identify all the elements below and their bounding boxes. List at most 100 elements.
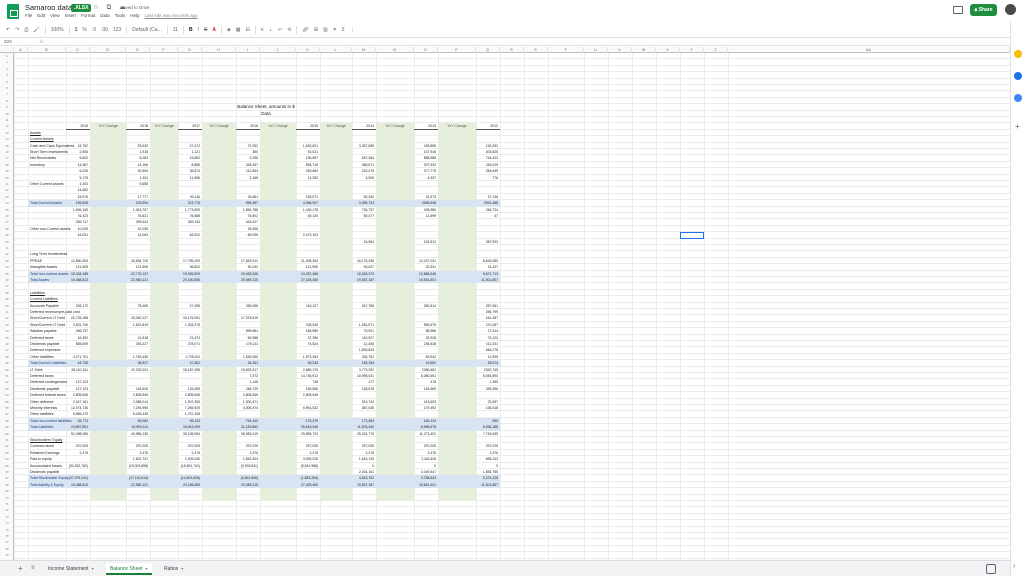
value-cell[interactable]: 2,805,545 <box>126 393 148 397</box>
value-cell[interactable]: 93,027 <box>352 265 374 269</box>
value-cell[interactable]: 145,569 <box>414 387 436 391</box>
value-cell[interactable]: 213,776 <box>178 201 200 205</box>
value-cell[interactable]: 12,074,736 <box>66 406 88 410</box>
value-cell[interactable]: 5,951,032 <box>296 406 318 410</box>
value-cell[interactable]: 22,980,121 <box>126 278 148 282</box>
redo-icon[interactable]: ↷ <box>15 27 19 33</box>
value-cell[interactable]: 328,257 <box>236 163 258 167</box>
value-cell[interactable]: 1,822,819 <box>126 323 148 327</box>
value-cell[interactable]: 12,886,546 <box>414 272 436 276</box>
value-cell[interactable]: 253,172 <box>66 304 88 308</box>
value-cell[interactable]: 1,430,178 <box>296 208 318 212</box>
value-cell[interactable]: 137,916 <box>414 150 436 154</box>
value-cell[interactable]: 5,175 <box>66 176 89 180</box>
explore-icon[interactable] <box>986 564 996 574</box>
value-cell[interactable]: 47 <box>476 214 498 218</box>
comment-history-icon[interactable] <box>953 6 963 14</box>
value-cell[interactable]: 14,063 <box>126 233 148 237</box>
value-cell[interactable]: 0 <box>476 464 498 468</box>
value-cell[interactable]: 12,408 <box>352 342 374 346</box>
value-cell[interactable]: 655,609 <box>66 342 88 346</box>
value-cell[interactable]: 19,936,829 <box>178 272 200 276</box>
add-sheet-icon[interactable]: + <box>18 564 23 573</box>
value-cell[interactable]: 45,774 <box>66 419 88 423</box>
undo-icon[interactable]: ↶ <box>6 27 10 33</box>
value-cell[interactable]: 50,116 <box>178 195 200 199</box>
value-cell[interactable]: 116,127 <box>296 304 318 308</box>
value-cell[interactable]: 44,735 <box>66 361 88 365</box>
value-cell[interactable]: 387,045 <box>352 406 374 410</box>
value-cell[interactable]: 489,671 <box>352 163 374 167</box>
value-cell[interactable]: 10,595,031 <box>352 374 374 378</box>
menu-view[interactable]: View <box>50 13 60 18</box>
value-cell[interactable]: 2,476 <box>296 451 319 455</box>
value-cell[interactable]: 266,737 <box>66 329 88 333</box>
row-label[interactable]: Total Stockholder Equity <box>30 476 69 480</box>
rotate-icon[interactable]: ⟲ <box>287 27 291 33</box>
row-label[interactable]: Common stock <box>30 444 54 448</box>
value-cell[interactable]: 1,116,425 <box>414 457 436 461</box>
value-cell[interactable]: 76,423 <box>66 214 88 218</box>
value-cell[interactable]: 347,765 <box>352 304 374 308</box>
value-cell[interactable]: 270,287 <box>476 323 498 327</box>
value-cell[interactable]: 246,729 <box>236 387 258 391</box>
value-cell[interactable]: 176,379 <box>296 419 318 423</box>
tab-balance-sheet[interactable]: Balance Sheet ▾ <box>106 563 152 575</box>
value-cell[interactable]: 1,622,721 <box>126 457 148 461</box>
value-cell[interactable]: 3,905 <box>352 176 375 180</box>
value-cell[interactable]: 550,679 <box>414 323 436 327</box>
value-cell[interactable]: 387,903 <box>476 240 498 244</box>
value-cell[interactable]: 2065,548 <box>414 201 436 205</box>
value-cell[interactable]: 21,473 <box>178 336 200 340</box>
value-cell[interactable]: 3,104 <box>66 182 89 186</box>
value-cell[interactable]: 35,874 <box>178 169 200 173</box>
currency-format-button[interactable]: $ <box>75 27 78 33</box>
all-sheets-icon[interactable]: ≡ <box>31 565 35 571</box>
value-cell[interactable]: 22,332,024 <box>126 368 148 372</box>
value-cell[interactable]: 127,123 <box>66 387 88 391</box>
value-cell[interactable]: 425,858 <box>414 144 436 148</box>
value-cell[interactable]: 10,035 <box>126 227 148 231</box>
value-cell[interactable]: 2991,488 <box>476 201 498 205</box>
value-cell[interactable]: 594,716 <box>296 163 318 167</box>
value-cell[interactable]: 297,025 <box>476 444 498 448</box>
value-cell[interactable]: 5,936,188 <box>476 425 498 429</box>
value-cell[interactable]: (14,602,605) <box>178 476 200 480</box>
value-cell[interactable]: 1,526,050 <box>236 355 258 359</box>
value-cell[interactable]: 403,825 <box>476 150 498 154</box>
value-cell[interactable]: 153,071 <box>296 195 318 199</box>
value-cell[interactable]: 1,973,353 <box>296 355 318 359</box>
value-cell[interactable]: 47,455 <box>178 304 200 308</box>
value-cell[interactable]: 53,942 <box>414 355 436 359</box>
row-label[interactable]: Total Liabilities <box>30 425 53 429</box>
value-cell[interactable]: 36,982,019 <box>236 432 258 436</box>
row-label[interactable]: Deferred taxes <box>30 336 54 340</box>
value-cell[interactable]: 76,802 <box>236 214 258 218</box>
value-cell[interactable]: 11,656 <box>178 176 200 180</box>
value-cell[interactable]: 2,476 <box>476 451 499 455</box>
value-cell[interactable]: (1,853,264) <box>296 476 318 480</box>
row-header[interactable]: 79 <box>0 552 14 558</box>
row-label[interactable]: Total liability & Equity <box>30 483 64 487</box>
value-cell[interactable]: 19,594,111 <box>126 425 148 429</box>
row-label[interactable]: Liabilities <box>30 291 45 295</box>
value-cell[interactable]: 11,501,857 <box>476 483 498 487</box>
value-cell[interactable]: 53,532 <box>126 144 148 148</box>
value-cell[interactable]: 2,680,175 <box>296 368 318 372</box>
value-cell[interactable]: 16,043,373 <box>352 272 374 276</box>
menu-edit[interactable]: Edit <box>37 13 45 18</box>
value-cell[interactable]: 27,425,460 <box>296 278 318 282</box>
value-cell[interactable]: 37,396 <box>296 336 318 340</box>
row-label[interactable]: Assets <box>30 131 41 135</box>
value-cell[interactable]: 7,572 <box>236 374 259 378</box>
value-cell[interactable]: 1,918 <box>126 150 149 154</box>
value-cell[interactable]: 297,025 <box>178 444 200 448</box>
row-label[interactable]: Long Term Investments <box>30 252 67 256</box>
value-cell[interactable]: 4,006,474 <box>236 406 258 410</box>
value-cell[interactable]: 16,943,099 <box>178 425 200 429</box>
value-cell[interactable]: 90,242 <box>236 265 258 269</box>
value-cell[interactable]: 22,776,127 <box>126 272 148 276</box>
value-cell[interactable]: 5,083 <box>126 156 149 160</box>
functions-icon[interactable]: Σ <box>342 27 345 33</box>
value-cell[interactable]: 17,755,209 <box>178 259 200 263</box>
